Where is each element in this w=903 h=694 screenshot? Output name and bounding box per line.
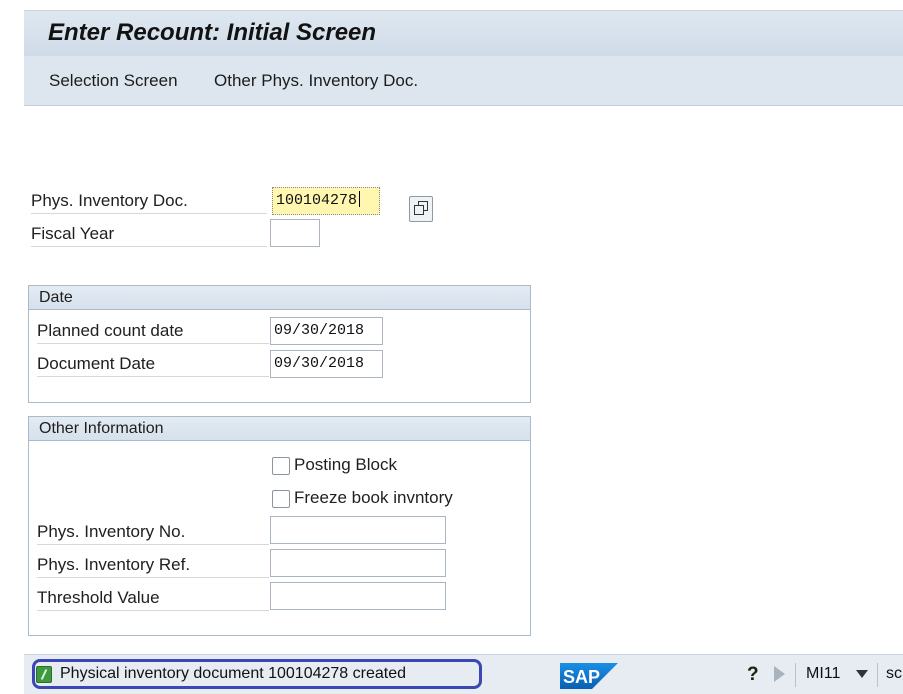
sap-logo-text: SAP [563, 667, 600, 687]
phys-inventory-no-input[interactable] [270, 516, 446, 544]
phys-inventory-doc-label: Phys. Inventory Doc. [31, 188, 267, 214]
phys-inventory-doc-input[interactable]: 100104278 [272, 187, 380, 215]
selection-screen-button[interactable]: Selection Screen [49, 71, 178, 91]
date-group-title: Date [29, 286, 530, 310]
play-icon[interactable] [774, 666, 785, 682]
other-information-title: Other Information [29, 417, 530, 441]
document-date-label: Document Date [37, 351, 269, 377]
server-name: sc [886, 665, 902, 682]
planned-count-date-input[interactable]: 09/30/2018 [270, 317, 383, 345]
freeze-book-inventory-checkbox[interactable] [272, 490, 290, 508]
fiscal-year-label: Fiscal Year [31, 221, 267, 247]
title-bar: Enter Recount: Initial Screen [24, 10, 903, 56]
sap-logo: SAP [560, 663, 618, 689]
other-phys-inventory-doc-button[interactable]: Other Phys. Inventory Doc. [214, 71, 418, 91]
transaction-code: MI11 [806, 665, 841, 682]
other-information-group: Other Information Posting Block Freeze b… [28, 416, 531, 636]
planned-count-date-label: Planned count date [37, 318, 269, 344]
possible-entries-icon[interactable] [409, 196, 433, 222]
threshold-value-input[interactable] [270, 582, 446, 610]
posting-block-checkbox[interactable] [272, 457, 290, 475]
sap-window: Enter Recount: Initial Screen Selection … [24, 10, 903, 694]
application-toolbar: Selection Screen Other Phys. Inventory D… [24, 56, 903, 106]
date-group: Date Planned count date 09/30/2018 Docum… [28, 285, 531, 403]
status-bar: Physical inventory document 100104278 cr… [24, 654, 903, 694]
posting-block-label: Posting Block [294, 455, 397, 474]
threshold-value-label: Threshold Value [37, 585, 269, 611]
phys-inventory-no-label: Phys. Inventory No. [37, 519, 269, 545]
separator [795, 663, 796, 687]
freeze-book-inventory-label: Freeze book invntory [294, 488, 453, 507]
chevron-down-icon[interactable] [856, 670, 868, 678]
success-icon [36, 666, 52, 683]
fiscal-year-input[interactable] [270, 219, 320, 247]
status-message[interactable]: Physical inventory document 100104278 cr… [60, 665, 406, 683]
document-date-input[interactable]: 09/30/2018 [270, 350, 383, 378]
page-title: Enter Recount: Initial Screen [48, 19, 377, 46]
phys-inventory-ref-input[interactable] [270, 549, 446, 577]
help-icon[interactable]: ? [747, 664, 759, 686]
phys-inventory-ref-label: Phys. Inventory Ref. [37, 552, 269, 578]
separator [877, 663, 878, 687]
